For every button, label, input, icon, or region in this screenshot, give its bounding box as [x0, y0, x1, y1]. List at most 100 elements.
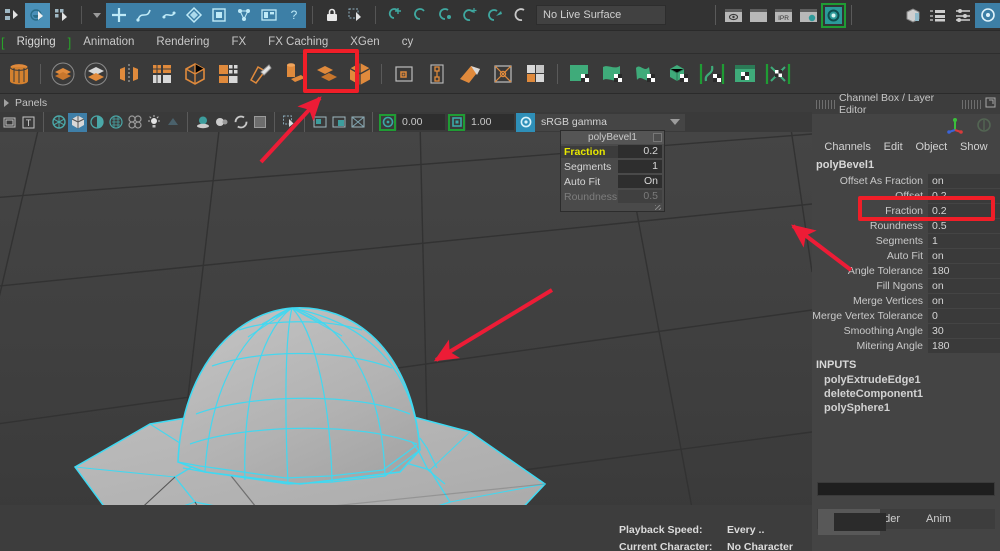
menu-tab-rigging[interactable]: Rigging	[6, 31, 67, 54]
select-camera-icon[interactable]	[0, 113, 19, 132]
color-management-icon[interactable]	[516, 112, 535, 132]
menu-tab-rendering[interactable]: Rendering	[145, 31, 220, 54]
xray-icon[interactable]	[125, 113, 144, 132]
color-transform-dropdown[interactable]: sRGB gamma	[535, 113, 685, 131]
tool-settings-row[interactable]: Auto Fit On	[561, 174, 664, 189]
channel-row[interactable]: Smoothing Angle 30	[812, 323, 1000, 338]
channel-row[interactable]: Merge Vertices on	[812, 293, 1000, 308]
textured-icon[interactable]	[106, 113, 125, 132]
dynamic-mask-icon[interactable]	[256, 2, 281, 28]
menu-tab-fx-caching[interactable]: FX Caching	[257, 31, 339, 54]
panel-zoom-icon[interactable]	[329, 113, 348, 132]
channel-value[interactable]: 0	[928, 308, 1000, 323]
select-region-icon[interactable]	[344, 3, 369, 28]
channel-row[interactable]: Angle Tolerance 180	[812, 263, 1000, 278]
snap-to-view-planes-icon[interactable]	[482, 3, 507, 28]
view-select-icon[interactable]	[280, 113, 299, 132]
channel-box-menu-object[interactable]: Object	[915, 141, 947, 153]
shelf-item-uv-planar-icon[interactable]	[563, 57, 596, 90]
shelf-item-separate-icon[interactable]	[79, 57, 112, 90]
panel-expand-icon[interactable]	[985, 97, 996, 111]
render-view-icon[interactable]	[900, 3, 925, 28]
deformer-mask-icon[interactable]	[231, 2, 256, 28]
channel-value[interactable]: on	[928, 173, 1000, 188]
gamma-value-field[interactable]: 1.00	[466, 114, 514, 130]
chevron-down-icon[interactable]	[670, 119, 680, 125]
curve-mask-icon[interactable]	[131, 2, 156, 28]
shelf-item-sculpt-tool-icon[interactable]	[244, 57, 277, 90]
menu-tab-cy[interactable]: cy	[391, 31, 425, 54]
channel-box-input-item[interactable]: polySphere1	[812, 401, 1000, 415]
channel-value[interactable]: 0.5	[928, 218, 1000, 233]
channel-value[interactable]: on	[928, 278, 1000, 293]
shelf-item-uv-spherical-icon[interactable]	[629, 57, 662, 90]
shelf-item-uv-cut-icon[interactable]	[761, 57, 794, 90]
layer-editor-strip[interactable]	[817, 482, 995, 496]
shelf-item-crease-icon[interactable]	[519, 57, 552, 90]
channel-row[interactable]: Offset 0.2	[812, 188, 1000, 203]
shelf-item-merge-icon[interactable]	[310, 57, 343, 90]
shelf-item-multi-cut-icon[interactable]	[387, 57, 420, 90]
channel-row[interactable]: Merge Vertex Tolerance 0	[812, 308, 1000, 323]
question-mask-icon[interactable]: ?	[281, 2, 306, 28]
outliner-icon[interactable]	[925, 3, 950, 28]
exposure-value-field[interactable]: 0.00	[397, 114, 445, 130]
tool-settings-popup[interactable]: polyBevel1 Fraction 0.2 Segments 1 Auto …	[560, 130, 665, 212]
layer-tab-anim[interactable]: Anim	[913, 513, 964, 525]
menu-tab-rigging-wrapper[interactable]: [ Rigging ]	[0, 31, 72, 54]
shadows-icon[interactable]	[163, 113, 182, 132]
current-character-value[interactable]: No Character	[727, 541, 793, 551]
snap-to-point-icon[interactable]	[432, 3, 457, 28]
render-current-frame-icon[interactable]	[721, 3, 746, 28]
tool-settings-row[interactable]: Segments 1	[561, 159, 664, 174]
panel-menu-label[interactable]: Panels	[15, 97, 47, 109]
shelf-item-extrude-icon[interactable]	[277, 57, 310, 90]
tool-settings-value-auto-fit[interactable]: On	[618, 175, 662, 188]
render-sequence-icon[interactable]	[746, 3, 771, 28]
channel-value[interactable]: 1	[928, 233, 1000, 248]
channel-value[interactable]: 0.2	[928, 188, 1000, 203]
shelf-item-uv-unfold-icon[interactable]	[695, 57, 728, 90]
channel-value[interactable]: 30	[928, 323, 1000, 338]
channel-box-menu-show[interactable]: Show	[960, 141, 988, 153]
shelf-item-uv-automatic-icon[interactable]	[662, 57, 695, 90]
menu-tab-animation[interactable]: Animation	[72, 31, 145, 54]
shelf-item-boolean-icon[interactable]	[178, 57, 211, 90]
snap-to-projected-center-icon[interactable]	[457, 3, 482, 28]
playback-speed-value[interactable]: Every ..	[727, 524, 764, 536]
channel-box-input-item[interactable]: deleteComponent1	[812, 387, 1000, 401]
channel-row[interactable]: Auto Fit on	[812, 248, 1000, 263]
channel-row[interactable]: Mitering Angle 180	[812, 338, 1000, 353]
tool-settings-close-icon[interactable]	[653, 133, 662, 142]
wireframe-on-shaded-icon[interactable]	[212, 113, 231, 132]
subdiv-mask-icon[interactable]	[206, 2, 231, 28]
snap-to-curve-icon[interactable]	[407, 3, 432, 28]
chevron-down-icon[interactable]	[93, 12, 101, 18]
hypershade-icon[interactable]	[820, 2, 846, 28]
surface-mask-icon[interactable]	[156, 2, 181, 28]
tool-settings-value-fraction[interactable]: 0.2	[618, 145, 662, 158]
snap-to-grid-icon[interactable]	[382, 3, 407, 28]
resize-grip-icon[interactable]	[561, 204, 664, 211]
live-surface-field[interactable]: No Live Surface	[536, 5, 666, 25]
viewport-3d[interactable]: 摩尔网 www.cgmol.com	[0, 132, 812, 551]
tool-settings-row[interactable]: Fraction 0.2	[561, 144, 664, 159]
channel-value[interactable]: on	[928, 293, 1000, 308]
ipr-render-icon[interactable]: IPR	[771, 3, 796, 28]
select-by-object-icon[interactable]	[25, 2, 50, 28]
ao-icon[interactable]	[231, 113, 250, 132]
menu-tab-xgen[interactable]: XGen	[339, 31, 390, 54]
tool-settings-value-segments[interactable]: 1	[618, 160, 662, 173]
drag-handle-icon[interactable]	[816, 99, 835, 109]
shelf-item-smooth-icon[interactable]	[145, 57, 178, 90]
channel-value-fraction[interactable]: 0.2	[928, 203, 1000, 218]
smooth-shade-icon[interactable]	[87, 113, 106, 132]
isolate-select-icon[interactable]	[193, 113, 212, 132]
shelf-item-reduce-icon[interactable]	[211, 57, 244, 90]
move-mask-icon[interactable]	[106, 2, 131, 28]
grid-toggle-icon[interactable]	[348, 113, 367, 132]
bookmark-icon[interactable]: T	[19, 113, 38, 132]
shelf-item-combine-icon[interactable]	[46, 57, 79, 90]
channel-row[interactable]: Fill Ngons on	[812, 278, 1000, 293]
channel-row[interactable]: Segments 1	[812, 233, 1000, 248]
